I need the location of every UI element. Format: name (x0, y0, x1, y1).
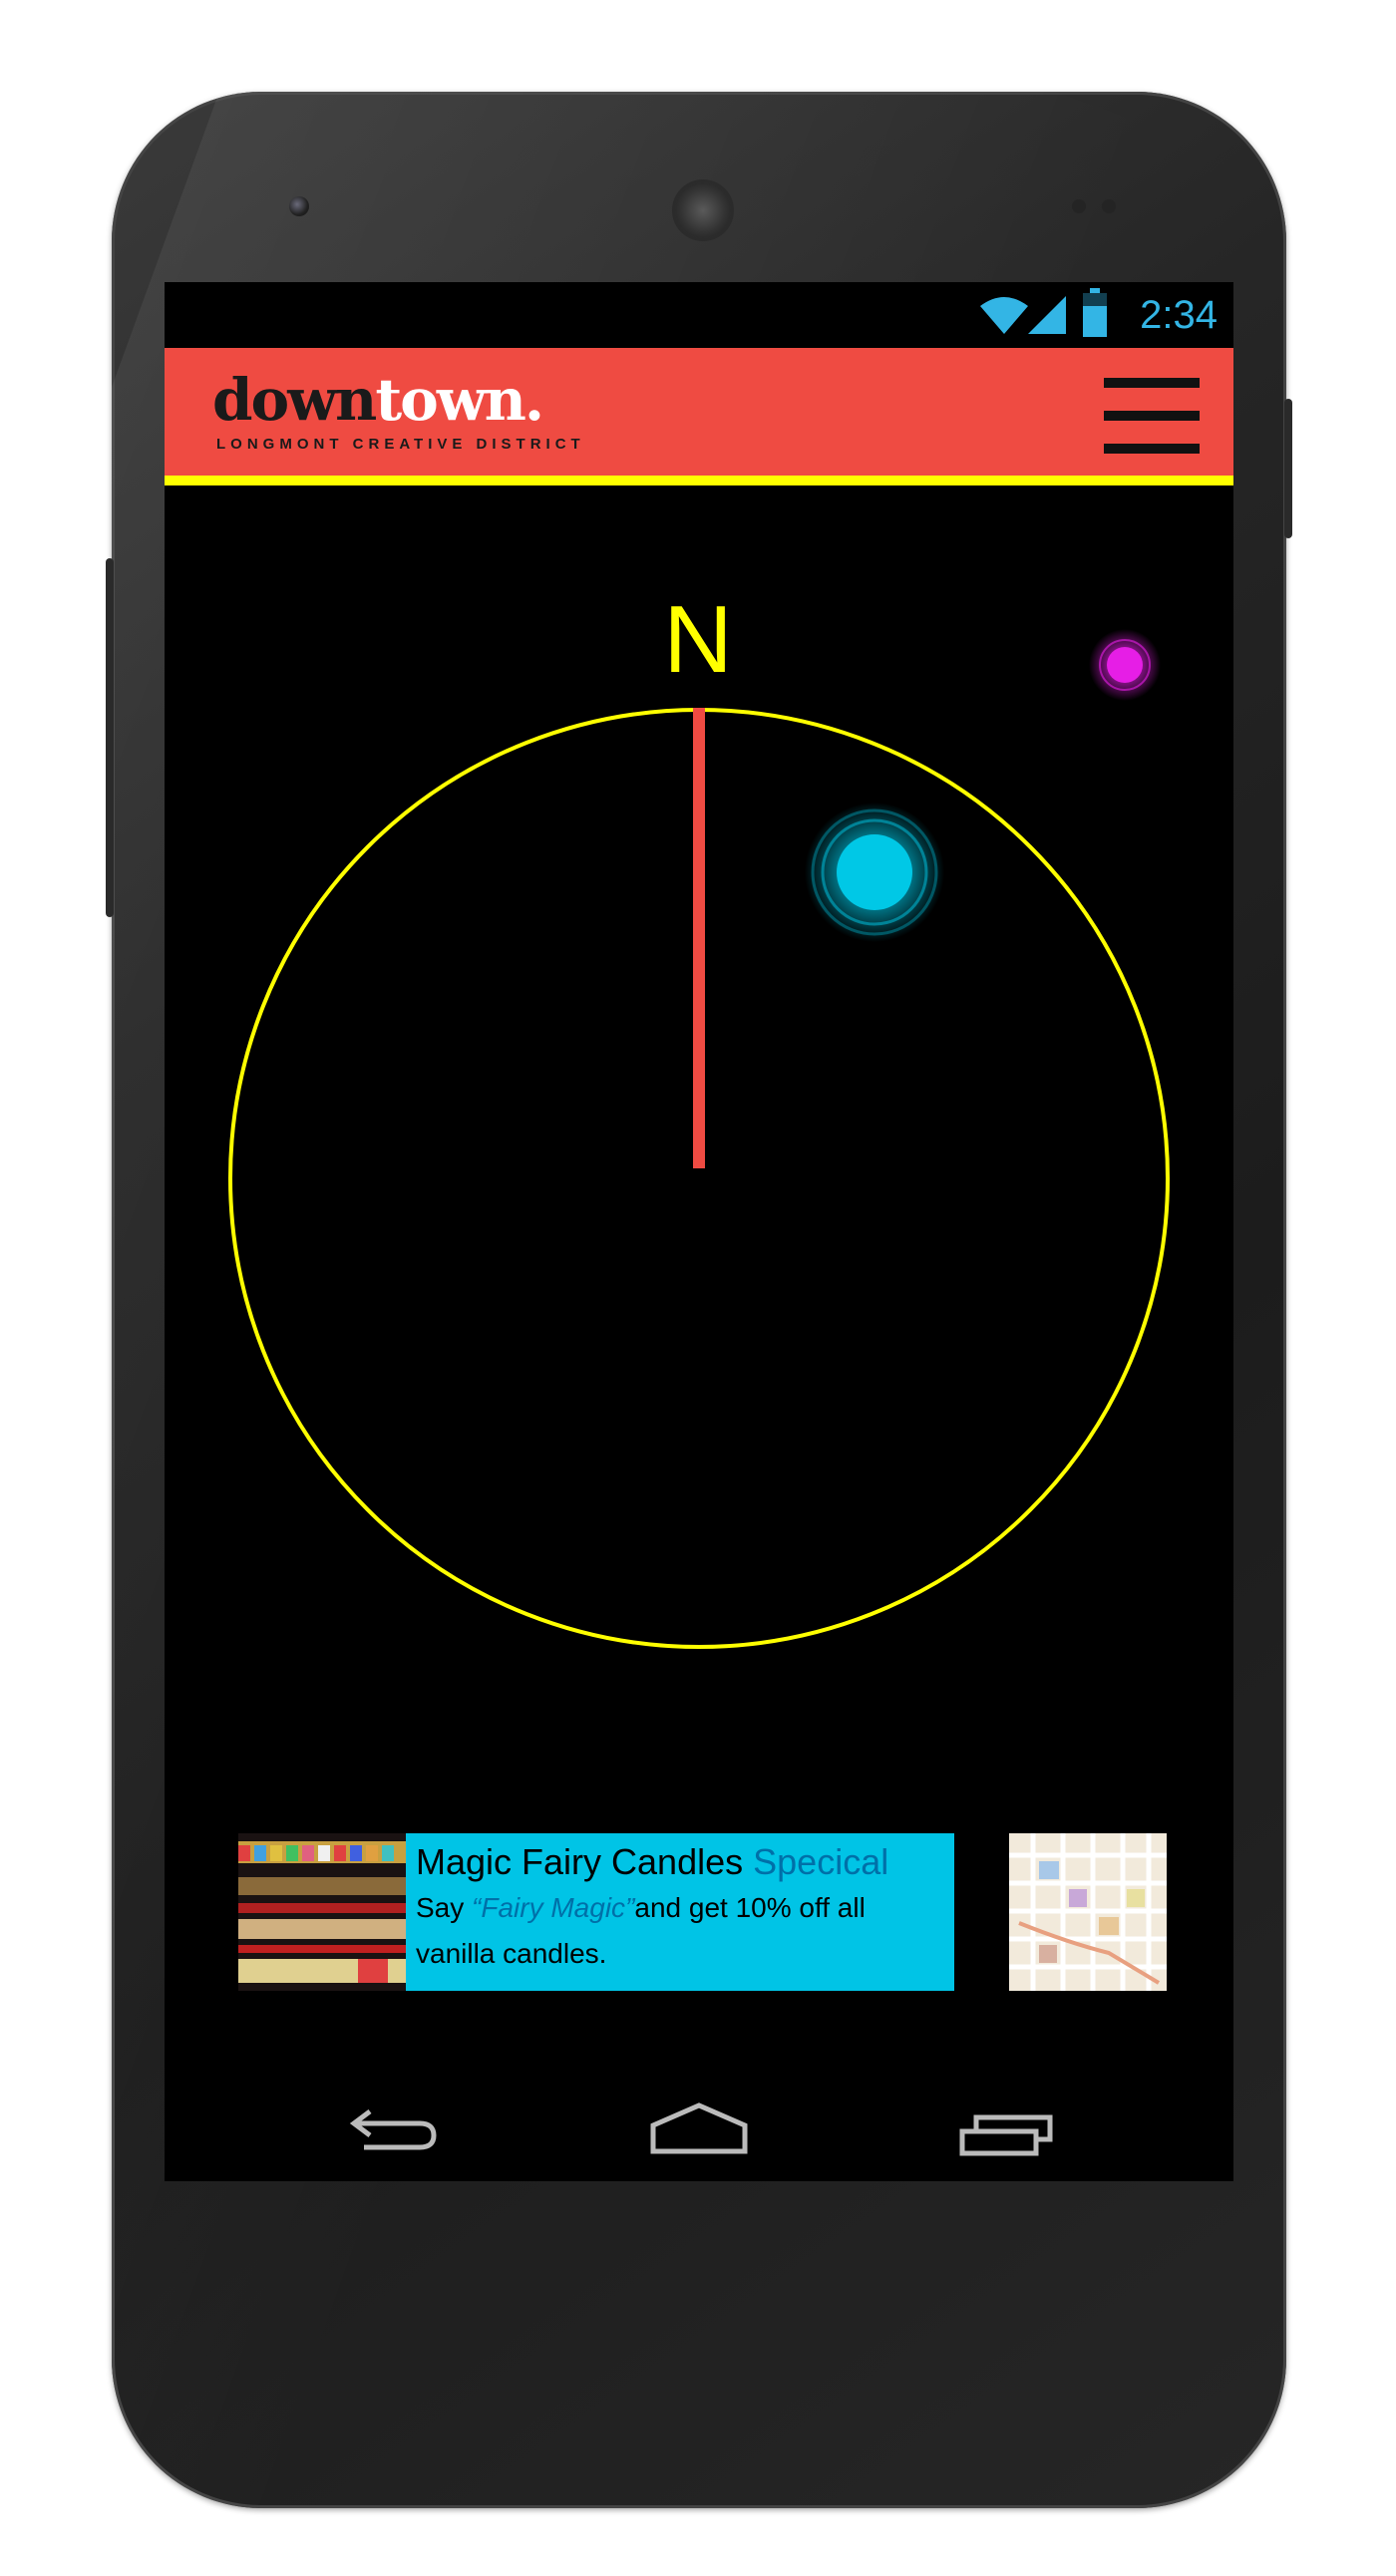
home-icon[interactable] (639, 2092, 759, 2161)
compass-needle (693, 708, 705, 1168)
status-time: 2:34 (1140, 293, 1218, 337)
signal-icon (1028, 296, 1066, 334)
navigation-bar (165, 2072, 1233, 2181)
power-button (1284, 399, 1292, 538)
logo-tagline: LONGMONT CREATIVE DISTRICT (216, 436, 585, 453)
logo-text-primary: down (212, 366, 377, 434)
hamburger-menu-icon[interactable] (1104, 378, 1200, 454)
promo-body-prefix: Say (416, 1892, 473, 1923)
front-camera (289, 196, 309, 216)
promo-description: Say “Fairy Magic”and get 10% off all van… (416, 1885, 944, 1977)
earpiece-speaker (675, 182, 731, 238)
map-thumbnail[interactable] (1009, 1833, 1167, 1991)
candle-shop-photo (238, 1833, 406, 1991)
recent-apps-icon[interactable] (952, 2092, 1072, 2161)
status-bar: 2:34 (165, 282, 1233, 348)
cyan-location-marker[interactable] (805, 803, 944, 942)
screen: 2:34 downtown. LONGMONT CREATIVE DISTRIC… (165, 282, 1233, 2181)
promo-code: “Fairy Magic” (472, 1892, 635, 1923)
battery-icon (1083, 288, 1107, 337)
promo-title-main: Magic Fairy Candles (416, 1841, 744, 1882)
logo[interactable]: downtown. (212, 370, 544, 430)
wifi-icon (980, 297, 1028, 334)
magenta-location-marker[interactable] (1089, 629, 1161, 701)
back-icon[interactable] (334, 2092, 454, 2161)
light-sensor (1102, 199, 1116, 213)
logo-text-secondary: town. (375, 366, 544, 434)
compass-view: N (165, 485, 1233, 1781)
proximity-sensor (1072, 199, 1086, 213)
north-label: N (663, 586, 733, 693)
promo-card[interactable]: Magic Fairy Candles Specical Say “Fairy … (406, 1833, 954, 1991)
promo-title-accent: Specical (753, 1841, 889, 1882)
volume-button (106, 558, 114, 917)
promo-title: Magic Fairy Candles Specical (416, 1839, 944, 1885)
app-bar: downtown. LONGMONT CREATIVE DISTRICT (165, 348, 1233, 485)
promo-banner[interactable]: Magic Fairy Candles Specical Say “Fairy … (238, 1833, 1167, 1991)
